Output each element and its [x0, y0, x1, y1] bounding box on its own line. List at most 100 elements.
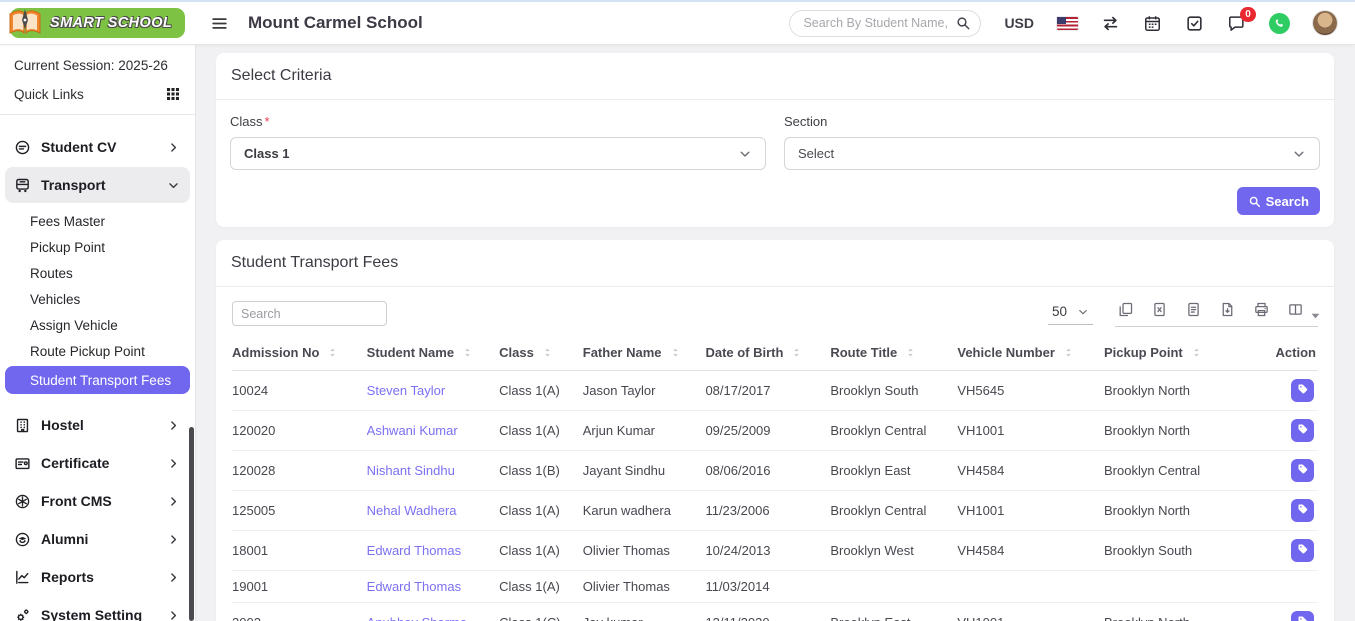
app-root: SMART SCHOOL Mount Carmel School USD: [0, 0, 1355, 621]
hamburger-menu-button[interactable]: [204, 8, 234, 38]
sidebar-item-student-cv[interactable]: Student CV: [5, 129, 190, 165]
student-name-link[interactable]: Anubhav Sharma: [367, 615, 467, 621]
sidebar-item-certificate[interactable]: Certificate: [5, 445, 190, 481]
assign-fee-button[interactable]: [1291, 539, 1314, 562]
chevron-right-icon: [167, 533, 180, 546]
submenu-item-student-transport-fees[interactable]: Student Transport Fees: [5, 366, 190, 394]
task-check-icon[interactable]: [1185, 14, 1204, 33]
cell-student-name: Nehal Wadhera: [367, 491, 499, 531]
column-visibility-button[interactable]: [1287, 302, 1316, 320]
column-label: Action: [1276, 345, 1316, 360]
column-header-father-name[interactable]: Father Name: [583, 337, 706, 371]
section-select[interactable]: Select: [784, 137, 1320, 170]
assign-fee-button[interactable]: [1291, 419, 1314, 442]
submenu-item-assign-vehicle[interactable]: Assign Vehicle: [0, 312, 195, 338]
assign-fee-button[interactable]: [1291, 459, 1314, 482]
assign-fee-button[interactable]: [1291, 379, 1314, 402]
student-name-link[interactable]: Edward Thomas: [367, 579, 461, 594]
submenu-item-pickup-point[interactable]: Pickup Point: [0, 234, 195, 260]
sidebar-scrollbar[interactable]: [189, 427, 194, 621]
column-header-class[interactable]: Class: [499, 337, 583, 371]
top-bar: SMART SCHOOL Mount Carmel School USD: [0, 2, 1355, 45]
submenu-item-routes[interactable]: Routes: [0, 260, 195, 286]
logo-pill: SMART SCHOOL: [10, 8, 185, 38]
submenu-item-fees-master[interactable]: Fees Master: [0, 208, 195, 234]
column-header-route-title[interactable]: Route Title: [830, 337, 957, 371]
bus-icon: [14, 177, 31, 194]
chat-icon[interactable]: 0: [1227, 14, 1246, 33]
page-size-select[interactable]: 50: [1048, 302, 1093, 325]
csv-button[interactable]: [1185, 302, 1203, 320]
column-label: Route Title: [830, 345, 897, 360]
chevron-right-icon: [167, 495, 180, 508]
student-search-input[interactable]: [789, 10, 981, 37]
cell-date-of-birth: 11/23/2006: [705, 491, 830, 531]
cell-route-title: Brooklyn East: [830, 603, 957, 621]
assign-fee-button[interactable]: [1291, 611, 1314, 621]
front-cms-icon: [14, 493, 31, 510]
column-header-pickup-point[interactable]: Pickup Point: [1104, 337, 1271, 371]
language-flag-icon[interactable]: [1057, 17, 1078, 30]
user-avatar[interactable]: [1313, 11, 1337, 35]
sort-icon: [461, 346, 474, 359]
calendar-icon[interactable]: [1143, 14, 1162, 33]
cell-admission-no: 120020: [232, 411, 367, 451]
cell-action: [1271, 411, 1318, 451]
copy-icon: [1117, 301, 1134, 321]
cell-class: Class 1(A): [499, 571, 583, 603]
pdf-button[interactable]: [1219, 302, 1237, 320]
student-name-link[interactable]: Steven Taylor: [367, 383, 446, 398]
sidebar: Current Session: 2025-26 Quick Links Stu…: [0, 45, 196, 621]
app-logo[interactable]: SMART SCHOOL: [0, 8, 196, 38]
student-name-link[interactable]: Nehal Wadhera: [367, 503, 457, 518]
excel-button[interactable]: [1151, 302, 1169, 320]
chevron-down-icon: [1292, 147, 1306, 161]
sidebar-item-label: Hostel: [41, 417, 167, 433]
cell-date-of-birth: 08/06/2016: [705, 451, 830, 491]
column-header-date-of-birth[interactable]: Date of Birth: [705, 337, 830, 371]
cell-pickup-point: Brooklyn Central: [1104, 451, 1271, 491]
cell-pickup-point: Brooklyn North: [1104, 491, 1271, 531]
cell-pickup-point: Brooklyn North: [1104, 411, 1271, 451]
class-select[interactable]: Class 1: [230, 137, 766, 170]
swap-arrows-icon[interactable]: [1101, 14, 1120, 33]
sort-icon: [541, 346, 554, 359]
sidebar-item-system-setting[interactable]: System Setting: [5, 597, 190, 621]
column-header-admission-no[interactable]: Admission No: [232, 337, 367, 371]
student-name-link[interactable]: Nishant Sindhu: [367, 463, 455, 478]
submenu-item-vehicles[interactable]: Vehicles: [0, 286, 195, 312]
currency-selector[interactable]: USD: [1004, 15, 1034, 31]
cell-admission-no: 19001: [232, 571, 367, 603]
sidebar-item-transport[interactable]: Transport: [5, 167, 190, 203]
student-name-link[interactable]: Ashwani Kumar: [367, 423, 458, 438]
cell-date-of-birth: 09/25/2009: [705, 411, 830, 451]
quick-links[interactable]: Quick Links: [0, 77, 195, 114]
chevron-right-icon: [167, 571, 180, 584]
sidebar-item-front-cms[interactable]: Front CMS: [5, 483, 190, 519]
sidebar-item-hostel[interactable]: Hostel: [5, 407, 190, 443]
cell-admission-no: 125005: [232, 491, 367, 531]
cell-route-title: Brooklyn South: [830, 371, 957, 411]
sidebar-item-reports[interactable]: Reports: [5, 559, 190, 595]
print-button[interactable]: [1253, 302, 1271, 320]
hamburger-icon: [210, 14, 229, 33]
sort-icon: [790, 346, 803, 359]
whatsapp-icon[interactable]: [1269, 13, 1290, 34]
search-icon[interactable]: [955, 15, 971, 31]
assign-fee-button[interactable]: [1291, 499, 1314, 522]
column-header-vehicle-number[interactable]: Vehicle Number: [957, 337, 1104, 371]
student-transport-fees-table: Admission NoStudent NameClassFather Name…: [232, 337, 1318, 621]
section-field-group: Section Select: [784, 114, 1320, 170]
column-header-student-name[interactable]: Student Name: [367, 337, 499, 371]
cell-father-name: Jason Taylor: [583, 371, 706, 411]
print-icon: [1253, 301, 1270, 321]
table-search-input[interactable]: [232, 301, 387, 326]
chevron-down-icon: [1077, 306, 1089, 318]
search-button[interactable]: Search: [1237, 187, 1320, 215]
pdf-icon: [1219, 301, 1236, 321]
cell-student-name: Edward Thomas: [367, 531, 499, 571]
copy-button[interactable]: [1117, 302, 1135, 320]
student-name-link[interactable]: Edward Thomas: [367, 543, 461, 558]
submenu-item-route-pickup-point[interactable]: Route Pickup Point: [0, 338, 195, 364]
sidebar-item-alumni[interactable]: Alumni: [5, 521, 190, 557]
